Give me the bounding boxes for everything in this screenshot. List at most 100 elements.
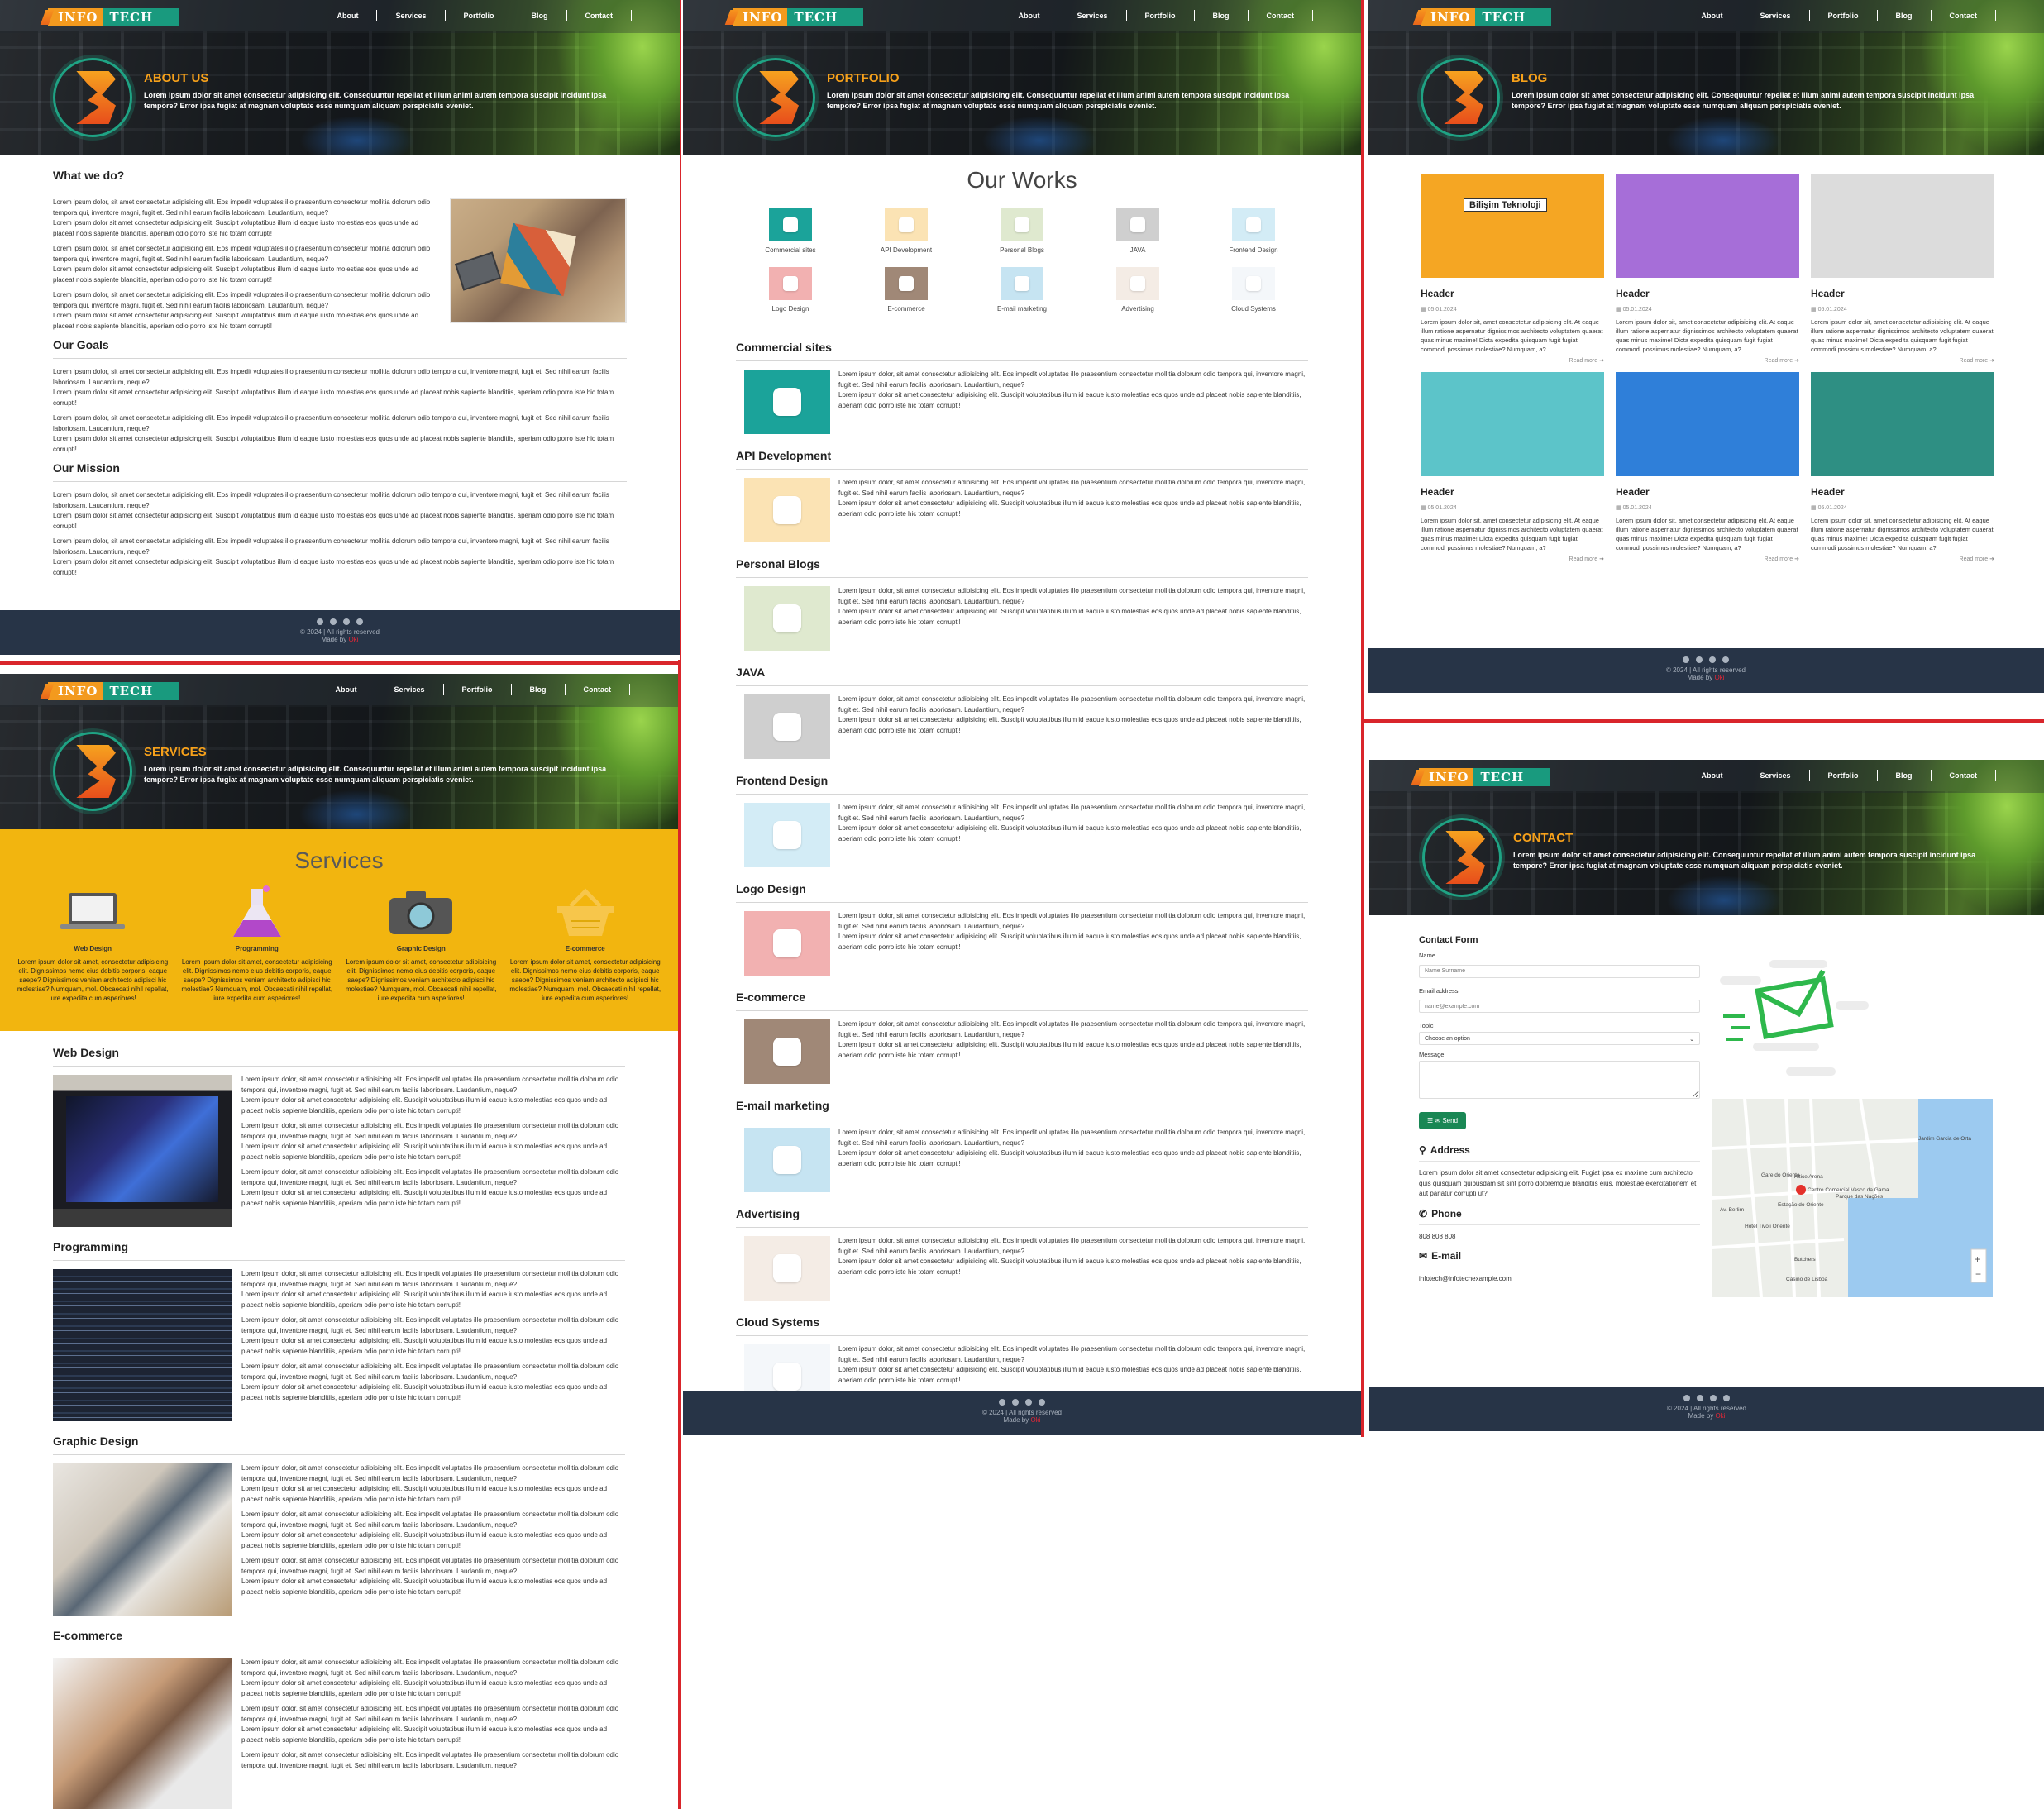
instagram-icon[interactable]	[317, 618, 323, 625]
logo[interactable]: INFO TECH	[48, 682, 179, 700]
calendar-icon: ▦	[1421, 505, 1426, 511]
twitter-icon[interactable]	[1709, 656, 1716, 663]
youtube-icon[interactable]	[1723, 1395, 1730, 1401]
send-button[interactable]: ☰ ✉ Send	[1419, 1112, 1467, 1129]
twitter-icon[interactable]	[1710, 1395, 1717, 1401]
section-title: Our Mission	[53, 455, 627, 482]
read-more-link[interactable]: Read more ➜	[1421, 556, 1604, 562]
portfolio-tile[interactable]: Logo Design	[733, 267, 848, 313]
map-pin-icon[interactable]	[1796, 1185, 1806, 1195]
text: 05.01.2024	[1427, 505, 1457, 511]
facebook-icon[interactable]	[1012, 1399, 1019, 1406]
message-textarea[interactable]	[1419, 1061, 1700, 1099]
nav-portfolio[interactable]: Portfolio	[444, 684, 512, 695]
text: Lorem ipsum dolor sit amet consectetur a…	[241, 1383, 608, 1401]
twitter-icon[interactable]	[343, 618, 350, 625]
nav-contact[interactable]: Contact	[1932, 770, 1996, 781]
topic-label: Topic	[1419, 1022, 1434, 1029]
nav-services[interactable]: Services	[1741, 10, 1810, 21]
nav-blog[interactable]: Blog	[1878, 10, 1932, 21]
services-page: INFO TECH About Services Portfolio Blog C…	[0, 674, 678, 1809]
nav-about[interactable]: About	[317, 684, 376, 695]
text: Lorem ipsum dolor, sit amet consectetur …	[838, 587, 1306, 605]
portfolio-tile[interactable]: Advertising	[1080, 267, 1196, 313]
text: Lorem ipsum dolor, sit amet consectetur …	[838, 370, 1306, 389]
nav-portfolio[interactable]: Portfolio	[1127, 10, 1195, 21]
instagram-icon[interactable]	[1683, 656, 1689, 663]
portfolio-tile[interactable]: API Development	[848, 208, 964, 254]
zoom-out-icon[interactable]: −	[1975, 1268, 1981, 1280]
text: Lorem ipsum dolor sit amet consectetur a…	[838, 1041, 1301, 1059]
nav-blog[interactable]: Blog	[512, 684, 566, 695]
address-heading: ⚲ Address	[1419, 1144, 1700, 1162]
nav-portfolio[interactable]: Portfolio	[1810, 770, 1878, 781]
instagram-icon[interactable]	[999, 1399, 1005, 1406]
blog-card[interactable]: Header ▦ 05.01.2024 Lorem ipsum dolor sit,…	[1811, 372, 1994, 562]
youtube-icon[interactable]	[356, 618, 363, 625]
logo[interactable]: INFO TECH	[48, 8, 179, 26]
nav-about[interactable]: About	[1000, 10, 1059, 21]
nav-services[interactable]: Services	[1058, 10, 1127, 21]
portfolio-tile-icon	[1001, 267, 1043, 300]
facebook-icon[interactable]	[1696, 656, 1703, 663]
nav-contact[interactable]: Contact	[566, 684, 630, 695]
read-more-link[interactable]: Read more ➜	[1811, 357, 1994, 364]
nav-contact[interactable]: Contact	[1932, 10, 1996, 21]
nav-about[interactable]: About	[1683, 10, 1742, 21]
blog-card[interactable]: Header ▦ 05.01.2024 Lorem ipsum dolor sit,…	[1616, 174, 1799, 364]
nav-portfolio[interactable]: Portfolio	[446, 10, 513, 21]
portfolio-tile[interactable]: Personal Blogs	[964, 208, 1080, 254]
nav-portfolio[interactable]: Portfolio	[1810, 10, 1878, 21]
youtube-icon[interactable]	[1039, 1399, 1045, 1406]
portfolio-tile[interactable]: E-commerce	[848, 267, 964, 313]
blog-card[interactable]: Header ▦ 05.01.2024 Lorem ipsum dolor sit,…	[1811, 174, 1994, 364]
text: E-commerce	[565, 945, 605, 952]
services-band: Services Web Design Lorem ipsum dolor si…	[0, 829, 678, 1031]
nav-blog[interactable]: Blog	[1878, 770, 1932, 781]
topic-select[interactable]: Choose an option ⌄	[1419, 1032, 1700, 1045]
twitter-icon[interactable]	[1025, 1399, 1032, 1406]
read-more-link[interactable]: Read more ➜	[1616, 556, 1799, 562]
chevron-down-icon: ⌄	[1689, 1037, 1694, 1043]
text: INFO	[48, 682, 103, 700]
nav-services[interactable]: Services	[1741, 770, 1810, 781]
read-more-link[interactable]: Read more ➜	[1421, 357, 1604, 364]
logo[interactable]: INFO TECH	[1419, 768, 1550, 786]
nav-blog[interactable]: Blog	[513, 10, 567, 21]
text: Send	[1442, 1117, 1459, 1124]
facebook-icon[interactable]	[1697, 1395, 1703, 1401]
form-title: Contact Form	[1419, 935, 1478, 945]
text: Made by	[1688, 1412, 1714, 1420]
blog-card[interactable]: Bilişim Teknoloji Header ▦ 05.01.2024 Lorem…	[1421, 174, 1604, 364]
youtube-icon[interactable]	[1722, 656, 1729, 663]
portfolio-tile[interactable]: Commercial sites	[733, 208, 848, 254]
nav-about[interactable]: About	[318, 10, 378, 21]
nav-services[interactable]: Services	[375, 684, 444, 695]
nav-about[interactable]: About	[1683, 770, 1742, 781]
facebook-icon[interactable]	[330, 618, 337, 625]
portfolio-tile[interactable]: Cloud Systems	[1196, 267, 1311, 313]
nav-contact[interactable]: Contact	[1249, 10, 1313, 21]
team-desk-image	[450, 198, 627, 323]
logo[interactable]: INFO TECH	[733, 8, 863, 26]
text: Lorem ipsum dolor sit, amet consectetur …	[1421, 517, 1603, 551]
nav-blog[interactable]: Blog	[1195, 10, 1249, 21]
nav-contact[interactable]: Contact	[567, 10, 632, 21]
location-map[interactable]: Gare do Oriente Centro Comercial Vasco da…	[1712, 1099, 1993, 1297]
portfolio-tile[interactable]: Frontend Design	[1196, 208, 1311, 254]
name-input[interactable]	[1419, 964, 1700, 978]
email-input[interactable]	[1419, 1000, 1700, 1013]
zoom-in-icon[interactable]: +	[1975, 1253, 1980, 1265]
nav-services[interactable]: Services	[377, 10, 446, 21]
portfolio-tile[interactable]: E-mail marketing	[964, 267, 1080, 313]
instagram-icon[interactable]	[1683, 1395, 1690, 1401]
text: Lorem ipsum dolor, sit amet consectetur …	[241, 1751, 619, 1769]
portfolio-tile[interactable]: JAVA	[1080, 208, 1196, 254]
envelope-illustration	[1712, 952, 1994, 1092]
read-more-link[interactable]: Read more ➜	[1811, 556, 1994, 562]
blog-card[interactable]: Header ▦ 05.01.2024 Lorem ipsum dolor sit,…	[1421, 372, 1604, 562]
logo[interactable]: INFO TECH	[1421, 8, 1551, 26]
read-more-link[interactable]: Read more ➜	[1616, 357, 1799, 364]
text: Cloud Systems	[736, 1309, 1308, 1336]
blog-card[interactable]: Header ▦ 05.01.2024 Lorem ipsum dolor sit,…	[1616, 372, 1799, 562]
